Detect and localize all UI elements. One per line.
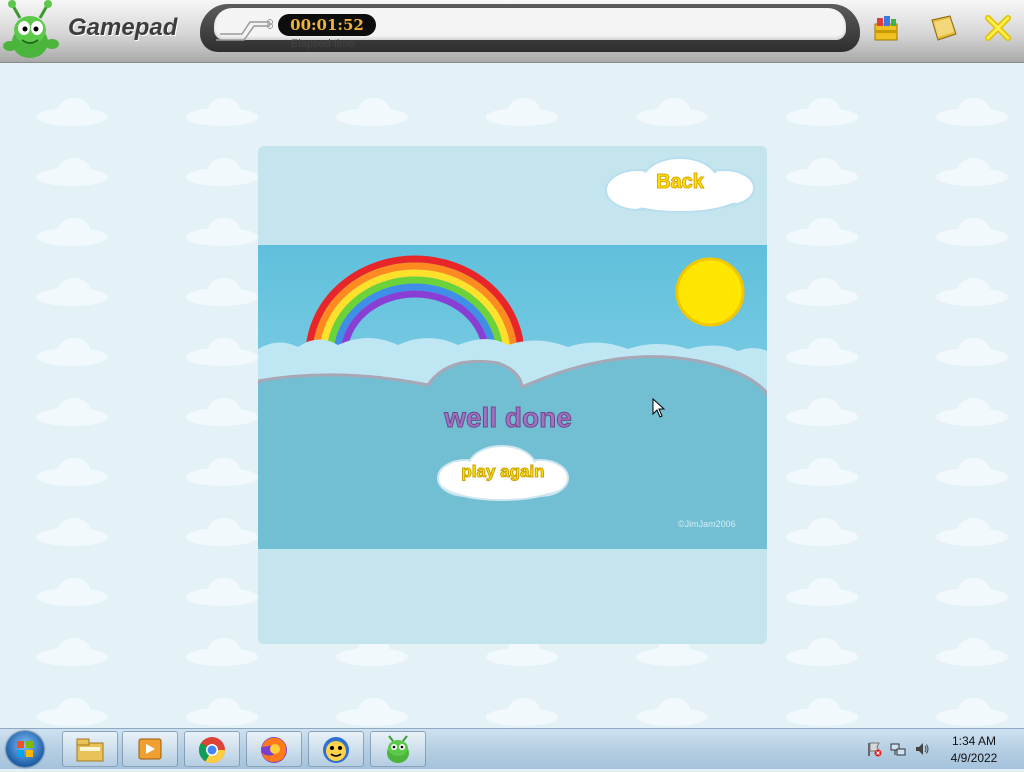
taskbar-file-explorer[interactable] [62, 731, 118, 767]
book-icon[interactable] [928, 12, 960, 44]
background-cloud [36, 218, 108, 246]
file-explorer-icon [76, 738, 104, 762]
background-cloud [336, 98, 408, 126]
background-cloud [936, 338, 1008, 366]
taskbar-smiley-app[interactable] [308, 731, 364, 767]
chrome-icon [198, 737, 226, 764]
firefox-icon [261, 737, 287, 763]
background-cloud [936, 518, 1008, 546]
background-cloud [786, 578, 858, 606]
network-icon[interactable] [890, 741, 906, 757]
background-cloud [636, 698, 708, 726]
background-cloud [636, 98, 708, 126]
background-cloud [936, 398, 1008, 426]
elapsed-timer: 00:01:52 [278, 14, 376, 36]
background-cloud [186, 158, 258, 186]
background-cloud [486, 698, 558, 726]
background-cloud [936, 98, 1008, 126]
elapsed-time-label: Elapsed time [291, 38, 355, 50]
background-cloud [936, 638, 1008, 666]
background-cloud [36, 698, 108, 726]
gamepad-alien-icon [387, 735, 409, 763]
background-cloud [186, 638, 258, 666]
clock-time[interactable]: 1:34 AM [944, 734, 1004, 748]
background-cloud [186, 398, 258, 426]
taskbar-firefox[interactable] [246, 731, 302, 767]
background-cloud [36, 278, 108, 306]
background-cloud [186, 458, 258, 486]
background-cloud [786, 518, 858, 546]
background-cloud [36, 338, 108, 366]
background-cloud [36, 518, 108, 546]
circuit-decoration-icon [216, 19, 273, 41]
background-cloud [186, 338, 258, 366]
background-cloud [936, 278, 1008, 306]
volume-icon[interactable] [914, 741, 930, 757]
back-button[interactable]: Back [604, 156, 756, 214]
background-cloud [186, 578, 258, 606]
smiley-app-icon [323, 737, 349, 763]
background-cloud [186, 518, 258, 546]
background-cloud [186, 698, 258, 726]
alien-logo-icon [3, 0, 59, 58]
background-cloud [786, 278, 858, 306]
background-cloud [186, 278, 258, 306]
background-cloud [786, 638, 858, 666]
play-again-button[interactable]: play again [436, 442, 570, 504]
taskbar-chrome[interactable] [184, 731, 240, 767]
background-cloud [936, 698, 1008, 726]
games-box-icon[interactable] [870, 12, 902, 44]
media-player-icon [138, 738, 162, 760]
play-again-label: play again [461, 462, 545, 482]
background-cloud [336, 698, 408, 726]
background-cloud [786, 398, 858, 426]
background-cloud [936, 218, 1008, 246]
background-cloud [936, 578, 1008, 606]
background-cloud [186, 98, 258, 126]
background-cloud [786, 698, 858, 726]
background-cloud [36, 638, 108, 666]
clock-date[interactable]: 4/9/2022 [944, 751, 1004, 765]
background-cloud [36, 398, 108, 426]
background-cloud [36, 578, 108, 606]
well-done-message: well done [444, 402, 573, 434]
taskbar: 1:34 AM 4/9/2022 [0, 728, 1024, 769]
action-center-flag-icon[interactable] [866, 741, 882, 757]
background-cloud [786, 158, 858, 186]
taskbar-media-player[interactable] [122, 731, 178, 767]
taskbar-gamepad[interactable] [370, 731, 426, 767]
copyright-text: ©JimJam2006 [678, 519, 736, 529]
background-cloud [486, 98, 558, 126]
background-cloud [936, 158, 1008, 186]
app-title-bar: Gamepad 00:01:52 Elapsed time [0, 0, 1024, 63]
background-cloud [936, 458, 1008, 486]
start-button[interactable] [6, 731, 44, 767]
game-window: Back well done play again ©JimJam2006 [258, 146, 767, 644]
background-cloud [786, 98, 858, 126]
background-cloud [36, 458, 108, 486]
mouse-cursor-icon [652, 398, 666, 418]
windows-logo-icon [17, 741, 33, 757]
background-cloud [36, 98, 108, 126]
close-icon[interactable] [982, 12, 1014, 44]
sun-icon [675, 257, 745, 327]
background-cloud [786, 458, 858, 486]
background-cloud [186, 218, 258, 246]
back-button-label: Back [656, 171, 705, 194]
app-brand-name: Gamepad [68, 14, 178, 41]
background-cloud [786, 338, 858, 366]
background-cloud [786, 218, 858, 246]
background-cloud [36, 158, 108, 186]
